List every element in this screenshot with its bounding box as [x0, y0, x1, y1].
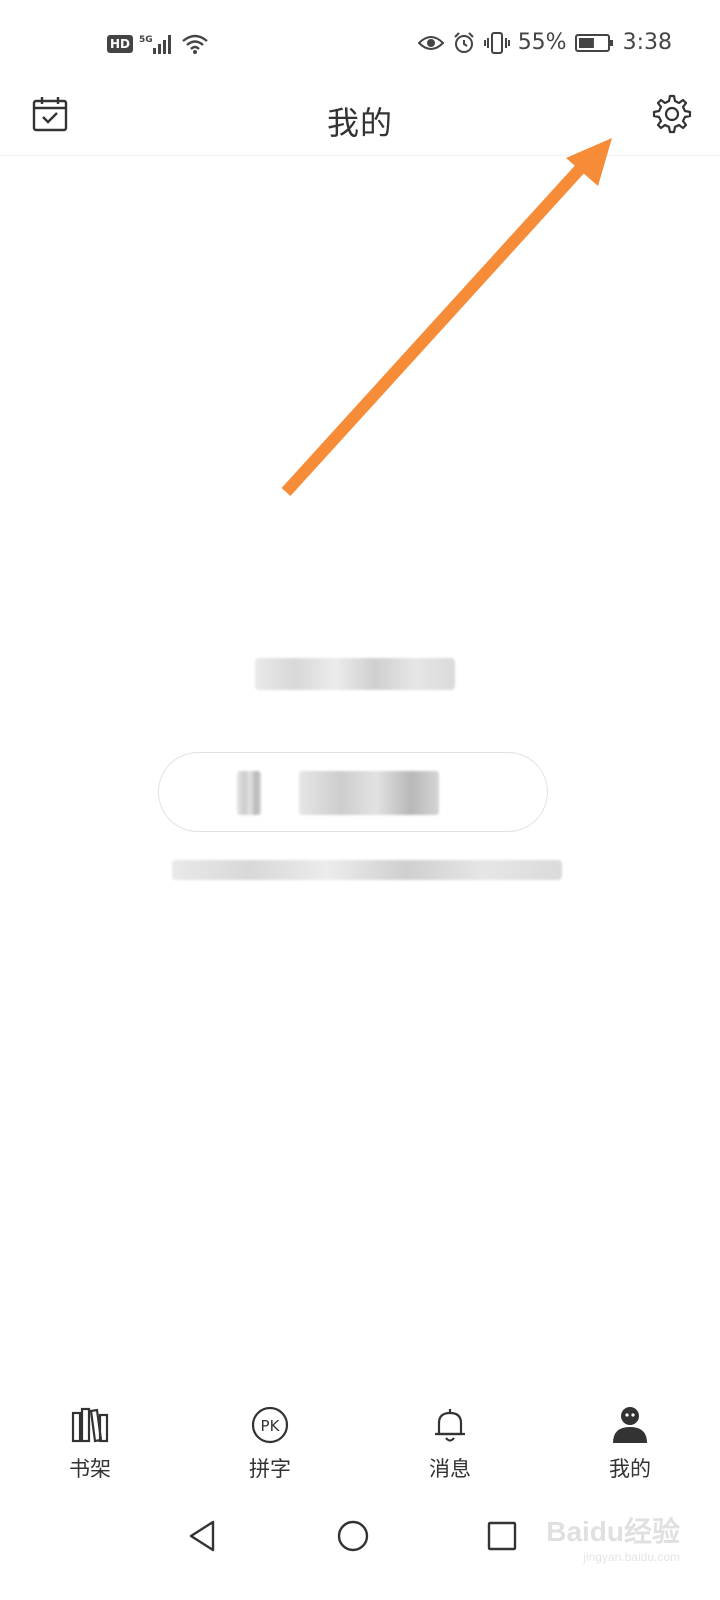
nav-recents-button[interactable] — [477, 1513, 527, 1563]
wifi-icon — [181, 33, 209, 55]
tab-label-me: 我的 — [609, 1457, 651, 1481]
svg-text:PK: PK — [261, 1417, 281, 1435]
tab-label-pk: 拼字 — [249, 1457, 291, 1481]
back-triangle-icon — [186, 1519, 218, 1557]
person-icon — [610, 1405, 650, 1445]
settings-button[interactable] — [650, 94, 694, 138]
gear-icon — [652, 94, 692, 138]
nav-back-button[interactable] — [177, 1513, 227, 1563]
page-title: 我的 — [326, 104, 393, 142]
screen: HD 5G 55% 3:38 我的 书架 PK 拼字 消息 我的 Baidu经验… — [0, 0, 720, 1600]
watermark-logo: Baidu经验 — [546, 1516, 680, 1547]
baidu-jingyan-watermark: Baidu经验 jingyan.baidu.com — [546, 1510, 680, 1564]
battery-percent: 55% — [517, 30, 567, 55]
status-right: 55% 3:38 — [417, 30, 672, 55]
bell-icon — [430, 1405, 470, 1445]
bookshelf-icon — [70, 1405, 110, 1445]
app-header: 我的 — [0, 90, 720, 156]
tab-bookshelf[interactable]: 书架 — [0, 1395, 180, 1495]
blurred-icon — [237, 771, 261, 815]
tab-label-bookshelf: 书架 — [69, 1457, 111, 1481]
pk-icon: PK — [250, 1405, 290, 1445]
recents-square-icon — [486, 1520, 518, 1556]
bottom-tab-bar: 书架 PK 拼字 消息 我的 — [0, 1395, 720, 1495]
battery-icon — [574, 32, 615, 54]
login-button[interactable] — [158, 752, 548, 832]
blurred-login-text — [299, 771, 439, 815]
tab-me[interactable]: 我的 — [540, 1395, 720, 1495]
status-left: HD 5G — [107, 32, 209, 56]
blurred-username — [255, 658, 455, 690]
nav-home-button[interactable] — [328, 1513, 378, 1563]
tab-messages[interactable]: 消息 — [360, 1395, 540, 1495]
clock: 3:38 — [622, 30, 672, 55]
eye-icon — [417, 33, 444, 53]
hd-badge: HD — [107, 35, 134, 53]
blurred-agreement-text — [172, 860, 562, 880]
vibrate-icon — [483, 31, 510, 55]
tab-pk[interactable]: PK 拼字 — [180, 1395, 360, 1495]
tab-label-messages: 消息 — [429, 1457, 471, 1481]
alarm-icon — [452, 31, 476, 55]
home-circle-icon — [336, 1519, 370, 1557]
watermark-url: jingyan.baidu.com — [583, 1550, 680, 1564]
network-type: 5G — [139, 35, 153, 45]
cellular-signal-icon: 5G — [139, 32, 175, 56]
status-bar: HD 5G 55% 3:38 — [0, 0, 720, 90]
